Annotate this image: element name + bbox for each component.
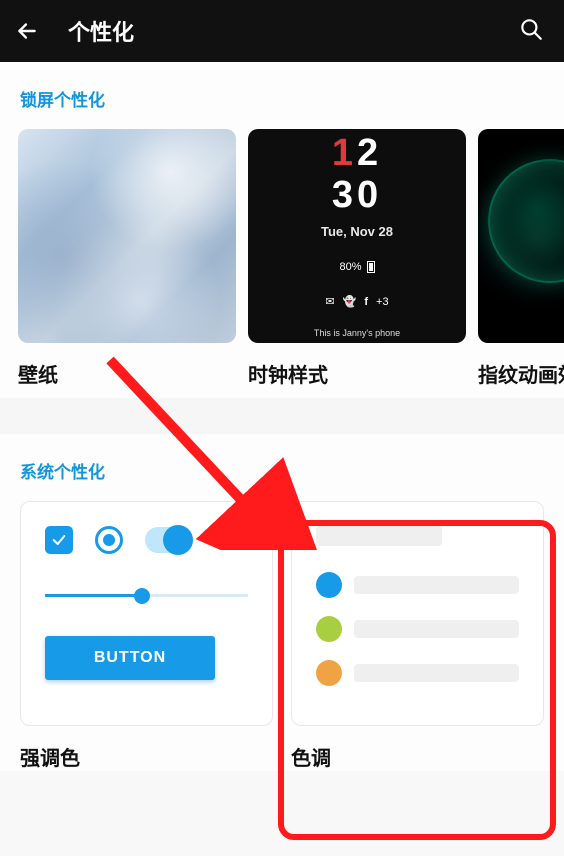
clock-footer: This is Janny's phone (314, 328, 400, 338)
card-color-tone[interactable] (291, 501, 544, 726)
facebook-icon: f (364, 296, 368, 308)
card-accent-color[interactable]: BUTTON (20, 501, 273, 726)
slider-icon (45, 584, 248, 608)
card-wallpaper[interactable]: 壁纸 (18, 129, 236, 388)
tone-bar-3 (354, 664, 519, 682)
back-button[interactable] (14, 18, 54, 44)
app-header: 个性化 (0, 0, 564, 62)
fingerprint-preview (478, 129, 564, 343)
sample-button: BUTTON (45, 636, 215, 680)
clock-battery: 80% (339, 261, 374, 273)
section-divider (0, 398, 564, 434)
tone-bar-2 (354, 620, 519, 638)
notif-extra: +3 (376, 296, 389, 308)
checkbox-icon (45, 526, 73, 554)
tone-row-2 (316, 616, 519, 642)
snapchat-icon: 👻 (343, 295, 357, 308)
battery-text: 80% (339, 261, 361, 273)
page-title: 个性化 (68, 15, 512, 47)
tone-bar-1 (354, 576, 519, 594)
mail-icon: ✉ (325, 295, 334, 308)
card-fingerprint[interactable]: 指纹动画效 (478, 129, 564, 388)
lock-cards-row: 壁纸 12 30 Tue, Nov 28 80% ✉ 👻 f +3 This i… (0, 129, 564, 398)
label-tone: 色调 (291, 742, 544, 771)
clock-preview: 12 30 Tue, Nov 28 80% ✉ 👻 f +3 This is J… (248, 129, 466, 343)
tone-dot-green (316, 616, 342, 642)
tone-dot-blue (316, 572, 342, 598)
clock-hour: 12 (332, 134, 382, 172)
wallpaper-preview (18, 129, 236, 343)
clock-notif-icons: ✉ 👻 f +3 (325, 295, 388, 308)
search-icon[interactable] (512, 10, 550, 53)
page-body: 锁屏个性化 壁纸 12 30 Tue, Nov 28 80% ✉ 👻 f +3 (0, 62, 564, 771)
accent-controls (45, 526, 248, 554)
toggle-icon (145, 527, 193, 553)
label-accent: 强调色 (20, 742, 273, 771)
section-title-system: 系统个性化 (0, 434, 564, 501)
tone-row-3 (316, 660, 519, 686)
card-label-fingerprint: 指纹动画效 (478, 359, 564, 388)
radio-icon (95, 526, 123, 554)
card-label-wallpaper: 壁纸 (18, 359, 236, 388)
clock-minute: 30 (332, 176, 382, 214)
battery-icon (367, 261, 375, 273)
system-labels-row: 强调色 色调 (0, 726, 564, 771)
clock-date: Tue, Nov 28 (321, 224, 393, 239)
system-cards-row: BUTTON (0, 501, 564, 726)
section-title-lock: 锁屏个性化 (0, 62, 564, 129)
tone-title-placeholder (316, 526, 442, 546)
card-label-clock: 时钟样式 (248, 359, 466, 388)
card-clock-style[interactable]: 12 30 Tue, Nov 28 80% ✉ 👻 f +3 This is J… (248, 129, 466, 388)
tone-dot-orange (316, 660, 342, 686)
tone-row-1 (316, 572, 519, 598)
